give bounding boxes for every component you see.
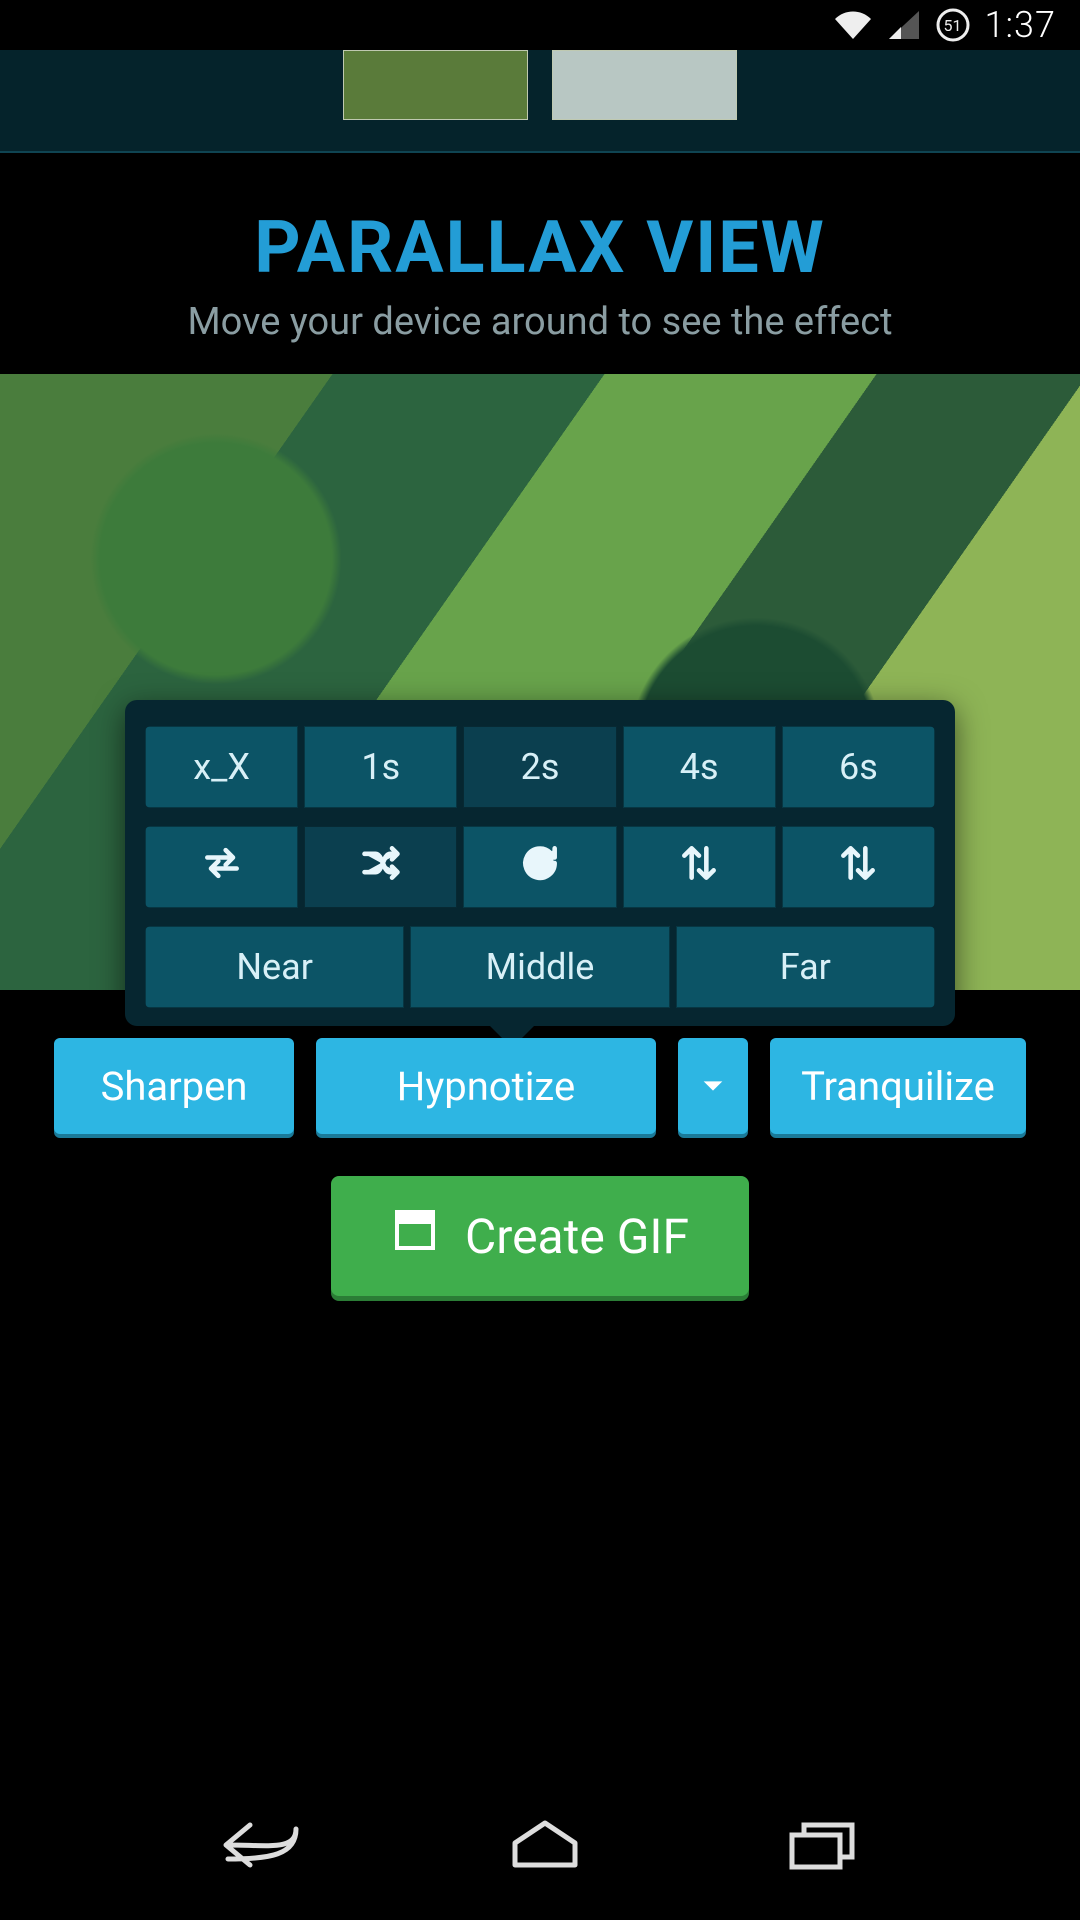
status-bar: 51 1:37 bbox=[0, 0, 1080, 50]
create-gif-label: Create GIF bbox=[465, 1208, 689, 1265]
loop-mode-option[interactable] bbox=[304, 826, 457, 908]
header: PARALLAX VIEW Move your device around to… bbox=[0, 153, 1080, 374]
clock-text: 1:37 bbox=[985, 4, 1056, 46]
page-subtitle: Move your device around to see the effec… bbox=[20, 300, 1060, 344]
sort-vertical-icon bbox=[836, 841, 880, 894]
system-navigation-bar bbox=[0, 1774, 1080, 1920]
home-button[interactable] bbox=[505, 1815, 585, 1879]
depth-option[interactable]: Middle bbox=[410, 926, 669, 1008]
swap-vertical-icon bbox=[677, 841, 721, 894]
shuffle-icon bbox=[359, 841, 403, 894]
loop-mode-option[interactable] bbox=[463, 826, 616, 908]
depth-segment-row: NearMiddleFar bbox=[145, 926, 935, 1008]
hypnotize-dropdown-toggle[interactable] bbox=[678, 1038, 748, 1134]
loop-mode-option[interactable] bbox=[145, 826, 298, 908]
thumbnail[interactable] bbox=[343, 50, 528, 120]
cell-signal-icon bbox=[887, 9, 921, 41]
loop-mode-segment-row bbox=[145, 826, 935, 908]
tranquilize-button[interactable]: Tranquilize bbox=[770, 1038, 1026, 1134]
battery-percent: 51 bbox=[935, 7, 971, 43]
wifi-icon bbox=[833, 9, 873, 41]
battery-circle-icon: 51 bbox=[935, 7, 971, 43]
hypnotize-options-popover: x_X1s2s4s6s NearMiddleFar bbox=[125, 700, 955, 1026]
thumbnail[interactable] bbox=[552, 50, 737, 120]
hypnotize-button[interactable]: Hypnotize bbox=[316, 1038, 656, 1134]
loop-mode-option[interactable] bbox=[782, 826, 935, 908]
create-gif-button[interactable]: Create GIF bbox=[331, 1176, 749, 1296]
duration-option[interactable]: 4s bbox=[623, 726, 776, 808]
duration-option[interactable]: 2s bbox=[463, 726, 616, 808]
duration-option[interactable]: 6s bbox=[782, 726, 935, 808]
duration-option[interactable]: x_X bbox=[145, 726, 298, 808]
swap-horizontal-icon bbox=[200, 841, 244, 894]
page-title: PARALLAX VIEW bbox=[20, 205, 1060, 290]
effect-actions-row: Sharpen Hypnotize Tranquilize bbox=[0, 1038, 1080, 1134]
thumbnail-strip bbox=[0, 50, 1080, 153]
refresh-icon bbox=[518, 841, 562, 894]
depth-option[interactable]: Near bbox=[145, 926, 404, 1008]
clapperboard-icon bbox=[391, 1206, 439, 1266]
chevron-down-icon bbox=[699, 1063, 727, 1110]
depth-option[interactable]: Far bbox=[676, 926, 935, 1008]
duration-segment-row: x_X1s2s4s6s bbox=[145, 726, 935, 808]
duration-option[interactable]: 1s bbox=[304, 726, 457, 808]
sharpen-button[interactable]: Sharpen bbox=[54, 1038, 294, 1134]
loop-mode-option[interactable] bbox=[623, 826, 776, 908]
back-button[interactable] bbox=[218, 1815, 308, 1879]
recent-apps-button[interactable] bbox=[782, 1815, 862, 1879]
